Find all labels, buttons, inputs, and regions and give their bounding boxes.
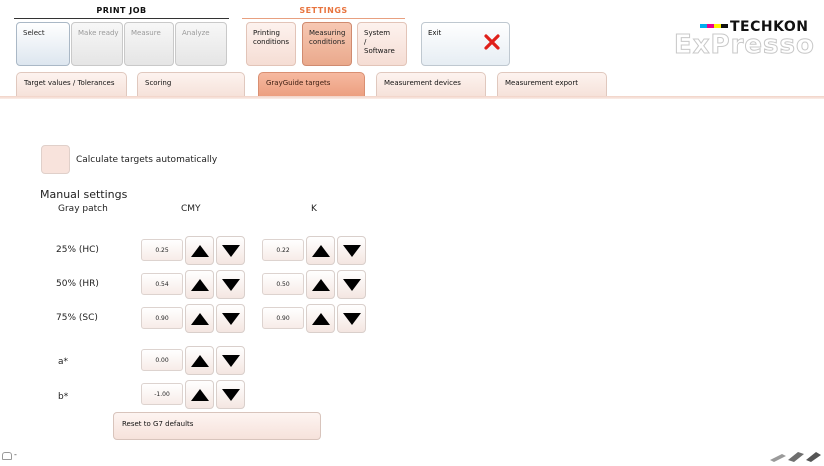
arrow-down-icon xyxy=(222,245,240,257)
techkon-logo: TECHKON ExPresso xyxy=(672,14,818,64)
k-header: K xyxy=(311,204,317,214)
cmy-50-field[interactable]: 0.54 xyxy=(141,273,183,295)
arrow-up-icon xyxy=(312,279,330,291)
k-25-down-button[interactable] xyxy=(337,236,366,265)
a-star-field[interactable]: 0.00 xyxy=(141,349,183,371)
auto-calculate-label: Calculate targets automatically xyxy=(76,155,218,165)
a-star-up-button[interactable] xyxy=(185,346,214,375)
cmy-25-field[interactable]: 0.25 xyxy=(141,239,183,261)
cmy-50-up-button[interactable] xyxy=(185,270,214,299)
b-star-label: b* xyxy=(58,392,69,402)
print-job-title: PRINT JOB xyxy=(96,6,147,15)
b-star-field[interactable]: -1.00 xyxy=(141,383,183,405)
arrow-down-icon xyxy=(222,389,240,401)
arrow-up-icon xyxy=(191,245,209,257)
printing-conditions-button[interactable]: Printing conditions xyxy=(246,22,296,66)
row-label-50: 50% (HR) xyxy=(56,279,99,289)
arrow-up-icon xyxy=(312,245,330,257)
analyze-button[interactable]: Analyze xyxy=(175,22,227,66)
arrow-up-icon xyxy=(191,279,209,291)
cmy-25-down-button[interactable] xyxy=(216,236,245,265)
auto-calculate-checkbox[interactable] xyxy=(41,145,70,174)
row-label-25: 25% (HC) xyxy=(56,245,99,255)
k-75-field[interactable]: 0.90 xyxy=(262,307,304,329)
k-50-up-button[interactable] xyxy=(306,270,335,299)
a-star-label: a* xyxy=(58,357,69,367)
measuring-conditions-button[interactable]: Measuring conditions xyxy=(302,22,352,66)
gray-patch-header: Gray patch xyxy=(58,204,108,214)
settings-title: SETTINGS xyxy=(299,6,348,15)
arrow-up-icon xyxy=(312,313,330,325)
measure-button[interactable]: Measure xyxy=(124,22,174,66)
k-50-field[interactable]: 0.50 xyxy=(262,273,304,295)
system-software-button[interactable]: System / Software xyxy=(357,22,407,66)
expresso-brand: ExPresso xyxy=(674,30,815,61)
reset-g7-defaults-button[interactable]: Reset to G7 defaults xyxy=(113,412,321,440)
b-star-up-button[interactable] xyxy=(185,380,214,409)
devices-icon xyxy=(768,446,822,462)
arrow-up-icon xyxy=(191,355,209,367)
tab-bar-underline xyxy=(0,96,824,99)
cmy-75-up-button[interactable] xyxy=(185,304,214,333)
arrow-up-icon xyxy=(191,313,209,325)
manual-settings-title: Manual settings xyxy=(40,188,128,201)
close-icon xyxy=(484,34,500,50)
arrow-down-icon xyxy=(343,245,361,257)
make-ready-button[interactable]: Make ready xyxy=(71,22,123,66)
tab-scoring[interactable]: Scoring xyxy=(137,72,245,97)
arrow-down-icon xyxy=(222,279,240,291)
color-bar-icon xyxy=(700,24,728,28)
k-25-up-button[interactable] xyxy=(306,236,335,265)
k-75-down-button[interactable] xyxy=(337,304,366,333)
cmy-25-up-button[interactable] xyxy=(185,236,214,265)
cmy-75-down-button[interactable] xyxy=(216,304,245,333)
row-label-75: 75% (SC) xyxy=(56,313,98,323)
cmy-header: CMY xyxy=(181,204,201,214)
k-75-up-button[interactable] xyxy=(306,304,335,333)
tab-measurement-export[interactable]: Measurement export xyxy=(497,72,607,97)
a-star-down-button[interactable] xyxy=(216,346,245,375)
tab-target-values[interactable]: Target values / Tolerances xyxy=(16,72,127,97)
settings-divider xyxy=(242,18,405,19)
k-50-down-button[interactable] xyxy=(337,270,366,299)
tab-grayguide-targets[interactable]: GrayGuide targets xyxy=(258,72,365,97)
arrow-down-icon xyxy=(343,279,361,291)
exit-label: Exit xyxy=(428,29,442,37)
cmy-75-field[interactable]: 0.90 xyxy=(141,307,183,329)
print-job-divider xyxy=(14,18,229,19)
cmy-50-down-button[interactable] xyxy=(216,270,245,299)
k-25-field[interactable]: 0.22 xyxy=(262,239,304,261)
device-status-icon xyxy=(2,452,12,460)
arrow-up-icon xyxy=(191,389,209,401)
arrow-down-icon xyxy=(222,355,240,367)
b-star-down-button[interactable] xyxy=(216,380,245,409)
tab-measurement-devices[interactable]: Measurement devices xyxy=(376,72,486,97)
select-button[interactable]: Select xyxy=(16,22,70,66)
arrow-down-icon xyxy=(343,313,361,325)
status-text: - xyxy=(14,450,17,459)
exit-button[interactable]: Exit xyxy=(421,22,510,66)
arrow-down-icon xyxy=(222,313,240,325)
